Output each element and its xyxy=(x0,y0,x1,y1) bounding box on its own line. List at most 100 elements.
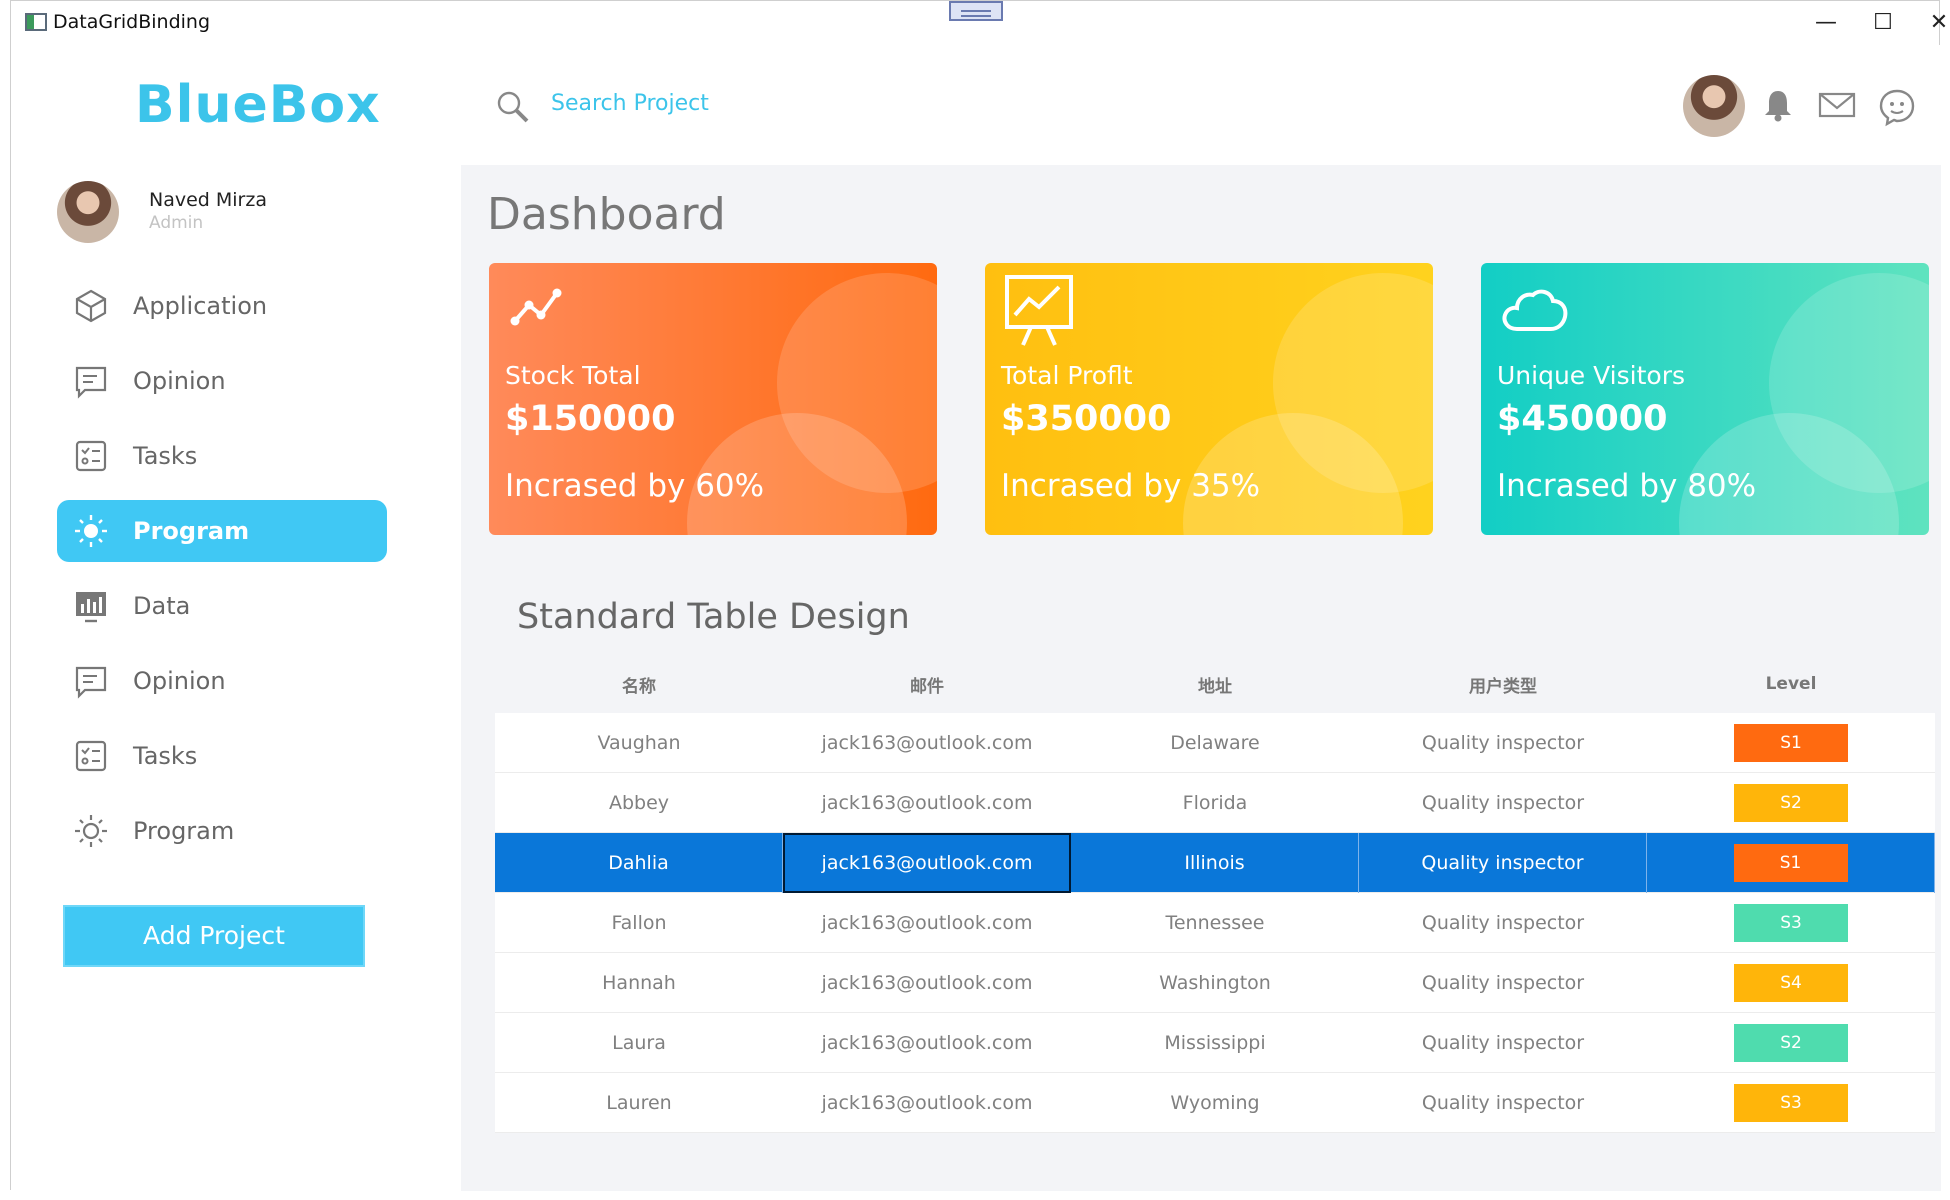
cell-level[interactable]: S1 xyxy=(1647,833,1935,893)
table-row[interactable]: Vaughan jack163@outlook.com Delaware Qua… xyxy=(495,713,1935,773)
sidebar-item-program-active[interactable]: Program xyxy=(57,500,387,562)
column-header-user-type[interactable]: 用户类型 xyxy=(1359,672,1647,697)
cell-address[interactable]: Wyoming xyxy=(1071,1073,1359,1133)
sidebar-item-label: Data xyxy=(133,592,191,620)
bar-chart-icon xyxy=(71,586,111,626)
message-icon xyxy=(71,361,111,401)
table-row[interactable]: Laura jack163@outlook.com Mississippi Qu… xyxy=(495,1013,1935,1073)
table-row-selected[interactable]: Dahlia jack163@outlook.com Illinois Qual… xyxy=(495,833,1935,893)
page-title: Dashboard xyxy=(487,189,726,240)
cell-user-type[interactable]: Quality inspector xyxy=(1359,953,1647,1013)
cell-user-type[interactable]: Quality inspector xyxy=(1359,1073,1647,1133)
cell-email[interactable]: jack163@outlook.com xyxy=(783,833,1071,893)
cell-user-type[interactable]: Quality inspector xyxy=(1359,713,1647,773)
avatar[interactable] xyxy=(1683,75,1745,137)
maximize-button[interactable]: ☐ xyxy=(1863,9,1903,37)
column-header-address[interactable]: 地址 xyxy=(1071,672,1359,697)
sidebar-item-data[interactable]: Data xyxy=(57,575,387,637)
cell-level[interactable]: S3 xyxy=(1647,893,1935,953)
sidebar-item-tasks[interactable]: Tasks xyxy=(57,425,387,487)
sidebar-item-label: Application xyxy=(133,292,268,320)
search-input[interactable]: Search Project xyxy=(551,91,709,116)
checklist-icon xyxy=(71,436,111,476)
brand-logo: BlueBox xyxy=(135,75,381,135)
cell-name[interactable]: Abbey xyxy=(495,773,783,833)
message-icon xyxy=(71,661,111,701)
card-title: Unique Visitors xyxy=(1497,361,1686,390)
sidebar-item-label: Program xyxy=(133,817,235,845)
presentation-chart-icon xyxy=(1001,271,1077,355)
bell-icon[interactable] xyxy=(1761,87,1795,127)
column-header-level[interactable]: Level xyxy=(1647,674,1935,694)
cell-name[interactable]: Vaughan xyxy=(495,713,783,773)
checklist-icon xyxy=(71,736,111,776)
cell-name[interactable]: Fallon xyxy=(495,893,783,953)
minimize-button[interactable]: — xyxy=(1806,9,1846,37)
cell-address[interactable]: Tennessee xyxy=(1071,893,1359,953)
cube-icon xyxy=(71,286,111,326)
table-row[interactable]: Lauren jack163@outlook.com Wyoming Quali… xyxy=(495,1073,1935,1133)
main-content: Dashboard Stock Total $150000 Incrased b… xyxy=(461,165,1941,1191)
cell-email[interactable]: jack163@outlook.com xyxy=(783,953,1071,1013)
cell-address[interactable]: Florida xyxy=(1071,773,1359,833)
cell-address[interactable]: Delaware xyxy=(1071,713,1359,773)
card-title: Total Proflt xyxy=(1001,361,1133,390)
mail-icon[interactable] xyxy=(1817,87,1857,127)
card-increase: Incrased by 80% xyxy=(1497,468,1757,504)
cell-user-type[interactable]: Quality inspector xyxy=(1359,893,1647,953)
stat-card-unique-visitors[interactable]: Unique Visitors $450000 Incrased by 80% xyxy=(1481,263,1929,535)
cell-name[interactable]: Hannah xyxy=(495,953,783,1013)
sidebar-item-opinion-2[interactable]: Opinion xyxy=(57,650,387,712)
table-row[interactable]: Fallon jack163@outlook.com Tennessee Qua… xyxy=(495,893,1935,953)
card-increase: Incrased by 35% xyxy=(1001,468,1261,504)
user-role: Admin xyxy=(149,213,204,233)
sidebar-item-program[interactable]: Program xyxy=(57,800,387,862)
cell-level[interactable]: S3 xyxy=(1647,1073,1935,1133)
cell-email[interactable]: jack163@outlook.com xyxy=(783,1073,1071,1133)
column-header-email[interactable]: 邮件 xyxy=(783,672,1071,697)
level-badge: S2 xyxy=(1734,784,1848,822)
stat-card-stock-total[interactable]: Stock Total $150000 Incrased by 60% xyxy=(489,263,937,535)
cell-address[interactable]: Mississippi xyxy=(1071,1013,1359,1073)
card-title: Stock Total xyxy=(505,361,641,390)
data-grid[interactable]: 名称 邮件 地址 用户类型 Level Vaughan jack163@outl… xyxy=(495,655,1935,1133)
cell-user-type[interactable]: Quality inspector xyxy=(1359,773,1647,833)
window-title: DataGridBinding xyxy=(53,11,211,33)
cell-name[interactable]: Laura xyxy=(495,1013,783,1073)
column-header-name[interactable]: 名称 xyxy=(495,672,783,697)
search-icon[interactable] xyxy=(495,89,531,129)
cell-user-type[interactable]: Quality inspector xyxy=(1359,833,1647,893)
cell-email[interactable]: jack163@outlook.com xyxy=(783,713,1071,773)
cell-level[interactable]: S2 xyxy=(1647,773,1935,833)
level-badge: S1 xyxy=(1733,844,1848,882)
card-increase: Incrased by 60% xyxy=(505,468,765,504)
chat-icon[interactable] xyxy=(1877,87,1917,131)
cell-level[interactable]: S2 xyxy=(1647,1013,1935,1073)
level-badge: S4 xyxy=(1734,964,1848,1002)
cell-name[interactable]: Dahlia xyxy=(495,833,783,893)
stat-card-total-profit[interactable]: Total Proflt $350000 Incrased by 35% xyxy=(985,263,1433,535)
top-header: Search Project xyxy=(461,45,1941,165)
sidebar-item-tasks-2[interactable]: Tasks xyxy=(57,725,387,787)
cell-level[interactable]: S1 xyxy=(1647,713,1935,773)
table-row[interactable]: Abbey jack163@outlook.com Florida Qualit… xyxy=(495,773,1935,833)
level-badge: S3 xyxy=(1734,904,1848,942)
sidebar-item-opinion[interactable]: Opinion xyxy=(57,350,387,412)
cell-email[interactable]: jack163@outlook.com xyxy=(783,773,1071,833)
trend-icon xyxy=(505,271,575,345)
cell-user-type[interactable]: Quality inspector xyxy=(1359,1013,1647,1073)
level-badge: S2 xyxy=(1734,1024,1848,1062)
cell-email[interactable]: jack163@outlook.com xyxy=(783,893,1071,953)
title-bar: DataGridBinding — ☐ ✕ xyxy=(11,1,1948,45)
user-profile[interactable]: Naved Mirza Admin xyxy=(57,181,437,251)
cell-name[interactable]: Lauren xyxy=(495,1073,783,1133)
cell-address[interactable]: Washington xyxy=(1071,953,1359,1013)
cell-level[interactable]: S4 xyxy=(1647,953,1935,1013)
close-button[interactable]: ✕ xyxy=(1919,9,1950,37)
sidebar-item-application[interactable]: Application xyxy=(57,275,387,337)
cell-email[interactable]: jack163@outlook.com xyxy=(783,1013,1071,1073)
resize-grip-icon[interactable] xyxy=(949,1,1003,21)
add-project-button[interactable]: Add Project xyxy=(63,905,365,967)
cell-address[interactable]: Illinois xyxy=(1071,833,1359,893)
table-row[interactable]: Hannah jack163@outlook.com Washington Qu… xyxy=(495,953,1935,1013)
